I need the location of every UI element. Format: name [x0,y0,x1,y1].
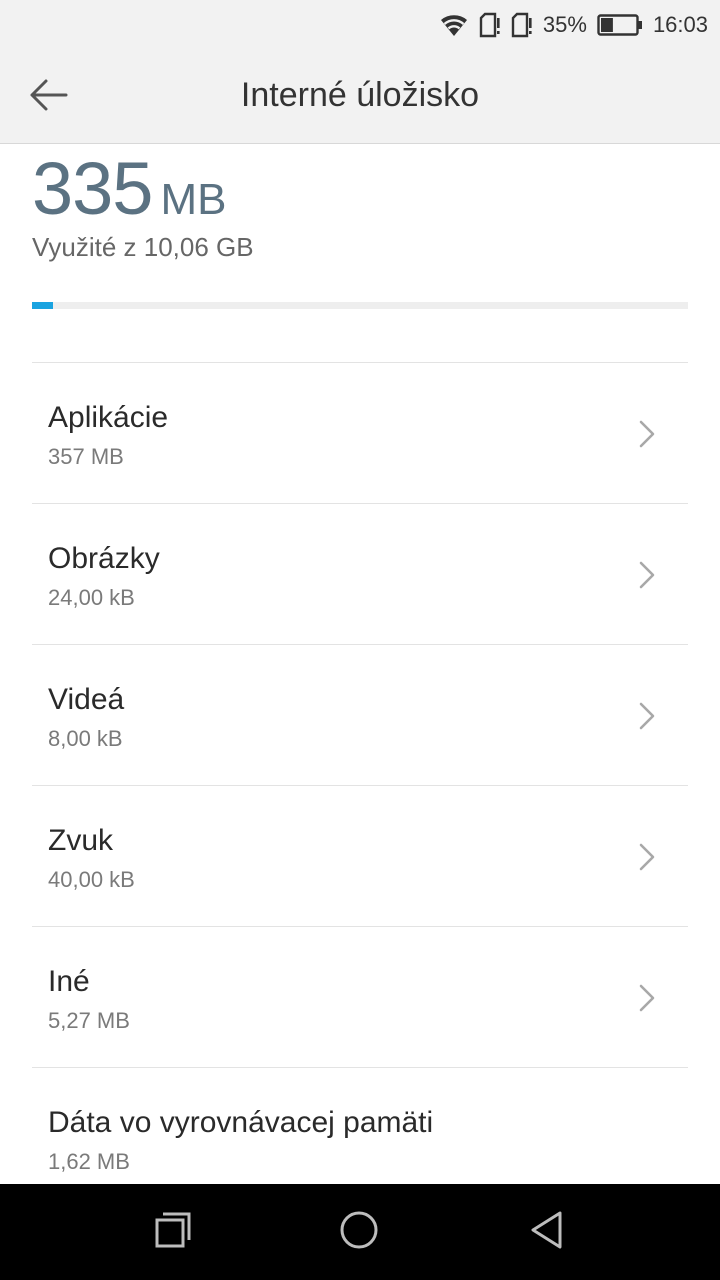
category-size: 40,00 kB [48,867,135,892]
category-size: 5,27 MB [48,1008,130,1033]
storage-progress-fill [32,302,53,309]
chevron-right-icon [638,701,656,731]
battery-icon [597,13,643,37]
storage-progress-bar [32,302,688,309]
used-unit: MB [160,175,227,224]
wifi-icon [439,12,469,38]
chevron-right-icon [638,419,656,449]
storage-category-item[interactable]: Iné 5,27 MB [32,926,688,1067]
chevron-right-icon [638,560,656,590]
navigation-bar [0,1184,720,1280]
storage-category-item[interactable]: Obrázky 24,00 kB [32,503,688,644]
storage-category-item[interactable]: Aplikácie 357 MB [32,362,688,503]
category-label: Zvuk [48,824,114,857]
status-icons: 35% 16:03 [439,8,708,42]
recents-icon [153,1210,193,1255]
chevron-right-icon [638,842,656,872]
sim-card-icon [479,12,501,38]
storage-category-item[interactable]: Videá 8,00 kB [32,644,688,785]
back-triangle-icon [527,1210,567,1255]
storage-category-item[interactable]: Dáta vo vyrovnávacej pamäti 1,62 MB [32,1067,688,1184]
category-size: 357 MB [48,444,124,469]
home-icon [338,1209,380,1256]
status-bar: 35% 16:03 [0,0,720,50]
category-label: Iné [48,965,90,998]
used-number: 335 [32,147,153,230]
category-list: Aplikácie 357 MB Obrázky 24,00 kB Videá 8,00 … [32,362,688,1184]
category-label: Videá [48,683,125,716]
category-label: Obrázky [48,542,160,575]
category-size: 8,00 kB [48,726,123,751]
app-bar: Interné úložisko [0,50,720,144]
category-size: 24,00 kB [48,585,135,610]
category-label: Aplikácie [48,401,169,434]
page-title: Interné úložisko [240,76,480,114]
sim-card-icon [511,12,533,38]
storage-category-item[interactable]: Zvuk 40,00 kB [32,785,688,926]
category-label: Dáta vo vyrovnávacej pamäti [48,1106,434,1139]
chevron-right-icon [638,983,656,1013]
nav-back-button[interactable] [517,1204,577,1260]
used-of-total-label: Využité z 10,06 GB [32,232,254,262]
storage-content: 335 MB Využité z 10,06 GB Aplikácie 357 MB… [0,144,720,1184]
home-button[interactable] [329,1204,389,1260]
category-size: 1,62 MB [48,1149,130,1174]
storage-used-value: 335 MB [32,146,226,231]
clock: 16:03 [652,12,708,37]
recents-button[interactable] [143,1204,203,1260]
battery-percent: 35% [542,12,587,37]
